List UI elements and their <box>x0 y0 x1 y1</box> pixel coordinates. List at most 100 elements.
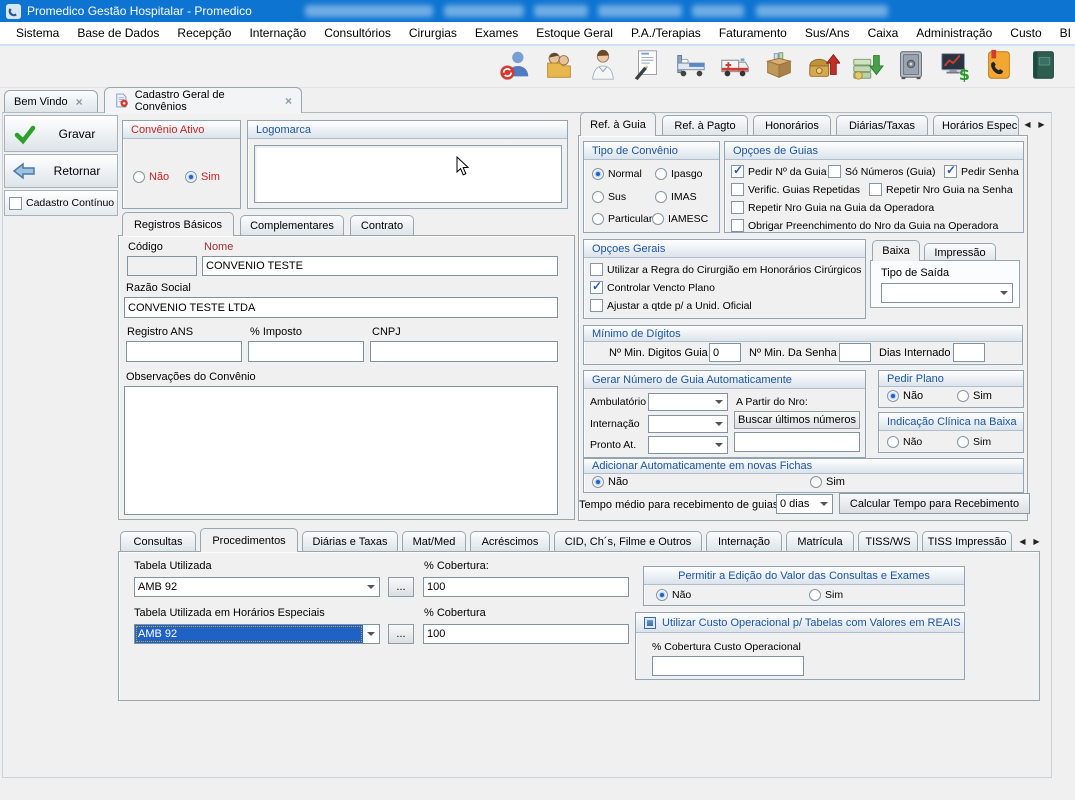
menu-internacao[interactable]: Internação <box>240 26 315 40</box>
pedir-senha-checkbox[interactable]: Pedir Senha <box>944 165 1019 178</box>
observacoes-textarea[interactable] <box>124 386 558 515</box>
tab-ref-a-pagto[interactable]: Ref. à Pagto <box>662 115 748 136</box>
registro-ans-input[interactable] <box>126 341 242 362</box>
cobertura2-input[interactable] <box>423 624 629 644</box>
permitir-nao-radio[interactable]: Não <box>656 589 691 601</box>
fichas-nao-radio[interactable]: Não <box>592 476 628 488</box>
tipo-sus-radio[interactable]: Sus <box>592 191 626 203</box>
permitir-sim-radio[interactable]: Sim <box>809 589 843 601</box>
menu-faturamento[interactable]: Faturamento <box>710 26 796 40</box>
tab-complementares[interactable]: Complementares <box>240 215 344 236</box>
tab-internacao-bottom[interactable]: Internação <box>706 531 782 551</box>
tab-registros-basicos[interactable]: Registros Básicos <box>122 212 234 236</box>
toolbar-button-doctor[interactable] <box>585 47 621 83</box>
toolbar-button-finance[interactable]: $ <box>937 47 973 83</box>
tab-mat-med[interactable]: Mat/Med <box>402 531 466 551</box>
tab-tiss-impressao[interactable]: TISS Impressão <box>922 531 1012 551</box>
menu-custo[interactable]: Custo <box>1001 26 1050 40</box>
tipo-normal-radio[interactable]: Normal <box>592 168 642 180</box>
controlar-vencto-plano-checkbox[interactable]: Controlar Vencto Plano <box>590 281 715 294</box>
logomarca-image-box[interactable] <box>254 145 562 203</box>
convenio-ativo-nao-radio[interactable]: Não <box>133 171 169 183</box>
so-numeros-checkbox[interactable]: Só Números (Guia) <box>828 165 935 178</box>
tabela-especiais-browse-button[interactable]: ... <box>388 624 414 644</box>
tab-cadastro-geral-convenios[interactable]: Cadastro Geral de Convênios × <box>104 87 302 113</box>
tab-matricula[interactable]: Matrícula <box>786 531 854 551</box>
menu-base-de-dados[interactable]: Base de Dados <box>68 26 168 40</box>
min-senha-input[interactable] <box>839 343 871 362</box>
menu-sistema[interactable]: Sistema <box>7 26 68 40</box>
custo-operacional-checkbox[interactable] <box>644 617 656 629</box>
close-tab-icon[interactable]: × <box>76 95 83 109</box>
tab-cid-chs-filme[interactable]: CID, Ch´s, Filme e Outros <box>554 531 702 551</box>
indicacao-sim-radio[interactable]: Sim <box>957 436 991 448</box>
tab-ref-a-guia[interactable]: Ref. à Guia <box>580 112 656 136</box>
fichas-sim-radio[interactable]: Sim <box>810 476 845 488</box>
tab-scroll-left-icon[interactable]: ◀ <box>1021 118 1034 131</box>
tab-scroll-left-icon[interactable]: ◀ <box>1016 535 1029 548</box>
ajustar-qtde-checkbox[interactable]: Ajustar a qtde p/ a Unid. Oficial <box>590 299 752 312</box>
obrigar-preenchimento-checkbox[interactable]: Obrigar Preenchimento do Nro da Guia na … <box>731 219 998 232</box>
menu-cirurgias[interactable]: Cirurgias <box>400 26 466 40</box>
toolbar-button-contract[interactable] <box>629 47 665 83</box>
toolbar-button-ambulance[interactable] <box>717 47 753 83</box>
pedir-plano-nao-radio[interactable]: Não <box>887 390 923 402</box>
tipo-ipasgo-radio[interactable]: Ipasgo <box>655 168 703 180</box>
tab-scroll-right-icon[interactable]: ▶ <box>1035 118 1048 131</box>
pedir-num-guia-checkbox[interactable]: Pedir Nº da Guia <box>731 165 827 178</box>
tab-contrato[interactable]: Contrato <box>350 215 414 236</box>
toolbar-button-manual[interactable] <box>1025 47 1061 83</box>
tab-acrescimos[interactable]: Acréscimos <box>470 531 550 551</box>
tabela-especiais-combo[interactable]: AMB 92 <box>134 624 380 644</box>
toolbar-button-patients-folder[interactable] <box>541 47 577 83</box>
toolbar-button-safe[interactable] <box>893 47 929 83</box>
min-digitos-guia-input[interactable] <box>709 343 741 362</box>
nome-input[interactable] <box>202 256 558 276</box>
retornar-button[interactable]: Retornar <box>4 154 118 188</box>
repetir-nro-guia-operadora-checkbox[interactable]: Repetir Nro Guia na Guia da Operadora <box>731 201 934 214</box>
dias-internado-input[interactable] <box>953 343 985 362</box>
internacao-combo[interactable] <box>648 415 728 433</box>
toolbar-button-phone-book[interactable] <box>981 47 1017 83</box>
tab-horarios-especiais[interactable]: Horários Especiais <box>933 115 1019 136</box>
menu-sus-ans[interactable]: Sus/Ans <box>796 26 859 40</box>
tab-diarias-e-taxas[interactable]: Diárias e Taxas <box>302 531 398 551</box>
indicacao-nao-radio[interactable]: Não <box>887 436 922 448</box>
toolbar-button-hospital-bed[interactable] <box>673 47 709 83</box>
a-partir-input[interactable] <box>734 432 860 452</box>
gravar-button[interactable]: Gravar <box>4 115 118 152</box>
tab-scroll-right-icon[interactable]: ▶ <box>1030 535 1043 548</box>
cnpj-input[interactable] <box>370 341 558 362</box>
tipo-iamesc-radio[interactable]: IAMESC <box>652 213 708 225</box>
toolbar-button-expense[interactable] <box>849 47 885 83</box>
imposto-input[interactable] <box>248 341 364 362</box>
menu-consultorios[interactable]: Consultórios <box>315 26 400 40</box>
tipo-imas-radio[interactable]: IMAS <box>655 191 697 203</box>
pedir-plano-sim-radio[interactable]: Sim <box>957 390 992 402</box>
tabela-utilizada-combo[interactable]: AMB 92 <box>134 577 380 597</box>
codigo-input[interactable] <box>127 256 197 276</box>
toolbar-button-contacts-sync[interactable] <box>497 47 533 83</box>
close-tab-icon[interactable]: × <box>285 94 292 108</box>
menu-caixa[interactable]: Caixa <box>859 26 908 40</box>
tab-diarias-taxas[interactable]: Diárias/Taxas <box>836 115 928 136</box>
menu-pa-terapias[interactable]: P.A./Terapias <box>622 26 710 40</box>
menu-recepcao[interactable]: Recepção <box>168 26 240 40</box>
pronto-at-combo[interactable] <box>648 436 728 454</box>
tab-baixa[interactable]: Baixa <box>872 240 920 261</box>
menu-exames[interactable]: Exames <box>466 26 527 40</box>
regra-cirurgiao-checkbox[interactable]: Utilizar a Regra do Cirurgião em Honorár… <box>590 263 861 276</box>
cadastro-continuo-checkbox[interactable]: Cadastro Contínuo <box>4 190 118 216</box>
tabela-browse-button[interactable]: ... <box>388 577 414 597</box>
tipo-saida-combo[interactable] <box>881 283 1013 303</box>
verific-guias-repetidas-checkbox[interactable]: Verific. Guias Repetidas <box>731 183 860 196</box>
calcular-tempo-button[interactable]: Calcular Tempo para Recebimento <box>839 493 1030 514</box>
menu-estoque-geral[interactable]: Estoque Geral <box>527 26 622 40</box>
repetir-nro-senha-checkbox[interactable]: Repetir Nro Guia na Senha <box>869 183 1013 196</box>
razao-social-input[interactable] <box>124 297 558 318</box>
buscar-ultimos-numeros-button[interactable]: Buscar últimos números <box>734 411 860 429</box>
cobertura-custo-input[interactable] <box>652 656 804 676</box>
tab-consultas[interactable]: Consultas <box>120 531 196 551</box>
toolbar-button-revenue[interactable] <box>805 47 841 83</box>
tab-procedimentos[interactable]: Procedimentos <box>200 528 298 552</box>
